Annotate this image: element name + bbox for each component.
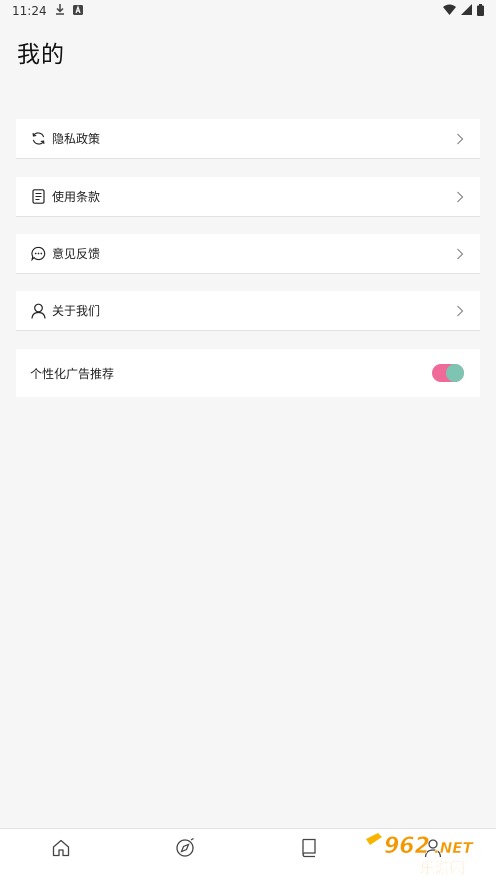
status-time: 11:24 [12,4,47,18]
menu-item-terms-of-use[interactable]: 使用条款 [16,177,480,217]
menu-item-about-us[interactable]: 关于我们 [16,291,480,331]
refresh-icon [30,131,46,147]
svg-text:962: 962 [384,834,430,859]
status-bar: 11:24 [0,0,496,22]
nav-bookshelf[interactable] [298,838,320,862]
chevron-right-icon [454,133,466,145]
chevron-right-icon [454,248,466,260]
menu-item-label: 关于我们 [52,304,101,318]
chat-bubble-icon [30,246,46,262]
notification-app-icon [72,4,83,18]
page-title: 我的 [17,42,65,68]
menu-item-privacy-policy[interactable]: 隐私政策 [16,119,480,159]
wifi-icon [443,4,456,18]
download-icon [55,4,65,18]
person-icon [30,303,46,319]
compass-icon [175,837,195,862]
personalized-ads-label: 个性化广告推荐 [30,366,115,381]
menu-item-label: 隐私政策 [52,132,101,146]
watermark-logo: 962 .NET 乐游网 [360,831,490,877]
battery-icon [477,3,484,19]
nav-home[interactable] [50,839,72,861]
chevron-right-icon [454,191,466,203]
menu-item-feedback[interactable]: 意见反馈 [16,234,480,274]
document-icon [30,189,46,205]
svg-text:乐游网: 乐游网 [420,859,465,877]
bottom-nav: 962 .NET 乐游网 [0,828,496,881]
toggle-knob [446,364,464,382]
signal-icon [461,4,472,18]
book-icon [300,838,318,862]
personalized-ads-setting: 个性化广告推荐 [16,349,480,397]
menu-item-label: 使用条款 [52,190,101,204]
chevron-right-icon [454,305,466,317]
home-icon [51,838,71,862]
personalized-ads-toggle[interactable] [432,364,464,382]
nav-discover[interactable] [174,837,196,862]
menu-item-label: 意见反馈 [52,247,101,261]
svg-text:.NET: .NET [434,839,474,857]
